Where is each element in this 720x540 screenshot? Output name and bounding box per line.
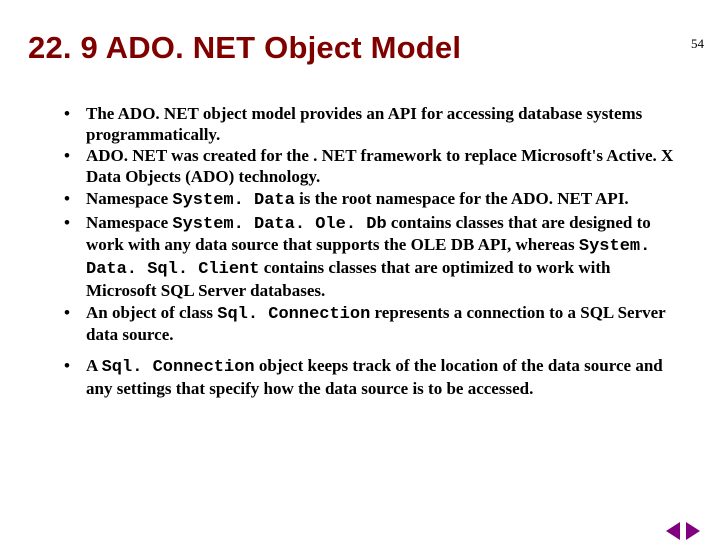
page-number: 54 <box>691 36 704 52</box>
code-text: System. Data. Ole. Db <box>172 215 386 234</box>
slide-content: The ADO. NET object model provides an AP… <box>56 104 682 400</box>
body-text: Namespace <box>86 213 172 232</box>
list-item: Namespace System. Data. Ole. Db contains… <box>56 213 682 302</box>
body-text: Namespace <box>86 189 172 208</box>
body-text: ADO. NET was created for the . NET frame… <box>86 146 673 186</box>
list-item: A Sql. Connection object keeps track of … <box>56 356 682 399</box>
body-text: An object of class <box>86 303 217 322</box>
body-text: is the root namespace for the ADO. NET A… <box>295 189 629 208</box>
body-text: A <box>86 356 102 375</box>
code-text: Sql. Connection <box>102 358 255 377</box>
code-text: System. Data <box>172 191 294 210</box>
list-item: The ADO. NET object model provides an AP… <box>56 104 682 145</box>
body-text: The ADO. NET object model provides an AP… <box>86 104 642 144</box>
slide-nav <box>666 522 700 540</box>
code-text: Sql. Connection <box>217 305 370 324</box>
list-item: Namespace System. Data is the root names… <box>56 189 682 212</box>
list-item: ADO. NET was created for the . NET frame… <box>56 146 682 187</box>
next-slide-icon[interactable] <box>686 522 700 540</box>
slide-heading: 22. 9 ADO. NET Object Model <box>28 30 720 66</box>
bullet-list: The ADO. NET object model provides an AP… <box>56 104 682 400</box>
list-item: An object of class Sql. Connection repre… <box>56 303 682 346</box>
prev-slide-icon[interactable] <box>666 522 680 540</box>
